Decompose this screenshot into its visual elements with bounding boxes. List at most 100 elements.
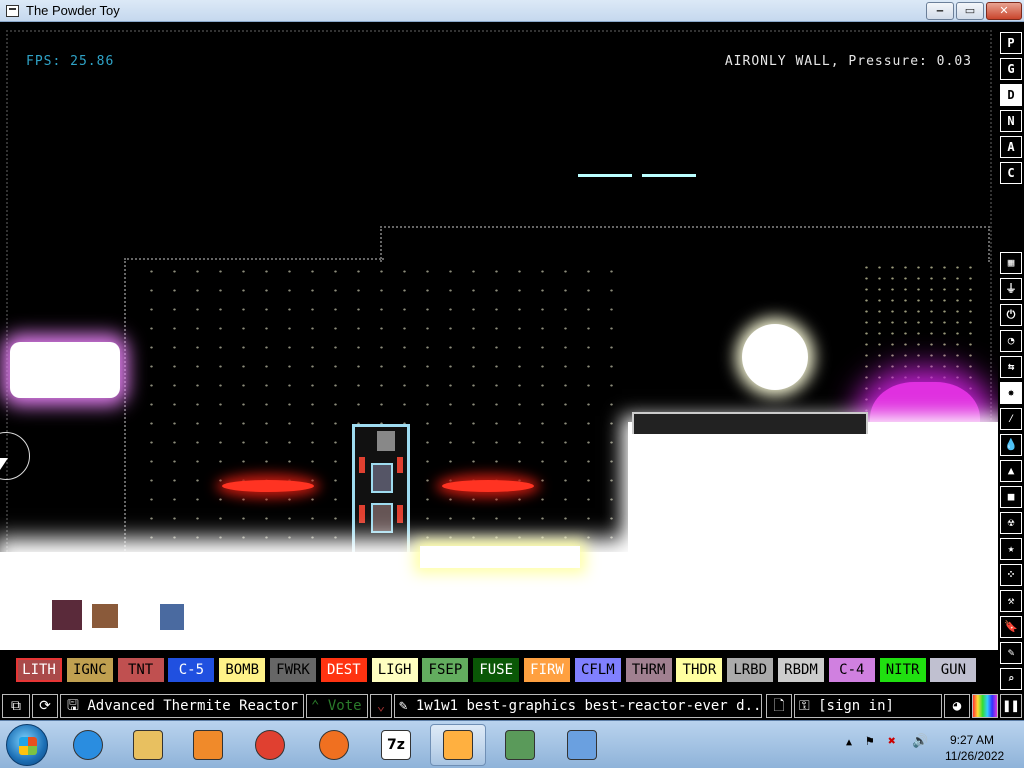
element-button-rbdm[interactable]: RBDM xyxy=(778,658,824,682)
tags-button[interactable]: ✎ 1w1w1 best-graphics best-reactor-ever … xyxy=(394,694,762,718)
window-titlebar: The Powder Toy ‒ ▭ ✕ xyxy=(0,0,1024,22)
element-button-lith[interactable]: LITH xyxy=(16,658,62,682)
gases-icon[interactable]: ⁄ xyxy=(1000,408,1022,430)
key-icon: ⚿ xyxy=(799,698,810,714)
firefox-icon xyxy=(319,730,349,760)
simulation-canvas[interactable]: FPS: 25.86 AIRONLY WALL, Pressure: 0.03 xyxy=(0,22,998,650)
game-of-life-icon[interactable]: ⁘ xyxy=(1000,564,1022,586)
element-button-cflm[interactable]: CFLM xyxy=(574,658,621,682)
wall-structure xyxy=(380,226,990,262)
render-mode-button-d[interactable]: D xyxy=(1000,84,1022,106)
taskbar-control-panel-button[interactable] xyxy=(554,724,610,766)
element-button-firw[interactable]: FIRW xyxy=(524,658,570,682)
taskbar-chrome-button[interactable] xyxy=(242,724,298,766)
element-button-nitr[interactable]: NITR xyxy=(879,658,926,682)
taskbar-internet-explorer-button[interactable] xyxy=(60,724,116,766)
reload-button[interactable]: ⟳ xyxy=(32,694,58,718)
search-icon[interactable]: ⌕ xyxy=(1000,668,1022,690)
special-icon[interactable]: ★ xyxy=(1000,538,1022,560)
sensors-icon[interactable]: ◔ xyxy=(1000,330,1022,352)
force-icon[interactable]: ⇆ xyxy=(1000,356,1022,378)
element-button-fuse[interactable]: FUSE xyxy=(473,658,520,682)
internet-explorer-icon xyxy=(73,730,103,760)
radioactive-icon[interactable]: ☢ xyxy=(1000,512,1022,534)
vote-down-button[interactable]: ⌄ xyxy=(370,694,392,718)
show-hidden-icons-icon[interactable]: ▲ xyxy=(846,737,852,748)
walls-icon[interactable]: ▦ xyxy=(1000,252,1022,274)
render-mode-button-n[interactable]: N xyxy=(1000,110,1022,132)
element-button-fwrk[interactable]: FWRK xyxy=(270,658,316,682)
save-title: Advanced Thermite Reactor xyxy=(87,698,299,714)
action-center-icon[interactable]: ⚑ xyxy=(866,734,874,749)
maximize-button[interactable]: ▭ xyxy=(956,2,984,20)
reactor-tower xyxy=(352,424,410,560)
element-button-fsep[interactable]: FSEP xyxy=(422,658,469,682)
element-button-thrm[interactable]: THRM xyxy=(625,658,672,682)
element-button-dest[interactable]: DEST xyxy=(320,658,367,682)
taskbar-powder-toy-button[interactable] xyxy=(430,724,486,766)
light-bar xyxy=(578,174,632,177)
taskbar-7zip-button[interactable]: 7z xyxy=(368,724,424,766)
network-icon[interactable]: ✖ xyxy=(888,734,896,749)
thermite-mass xyxy=(420,546,580,568)
open-save-button[interactable]: ⧉ xyxy=(2,694,30,718)
clear-sim-button[interactable]: 🗋 xyxy=(766,694,792,718)
explosives-icon[interactable]: ✸ xyxy=(1000,382,1022,404)
render-mode-button-g[interactable]: G xyxy=(1000,58,1022,80)
start-button[interactable] xyxy=(6,724,48,766)
taskbar-network-app-button[interactable] xyxy=(492,724,548,766)
solids-icon[interactable]: ■ xyxy=(1000,486,1022,508)
clock-date[interactable]: 11/26/2022 xyxy=(945,749,1004,763)
element-bar: LITH IGNC TNT C-5 BOMB FWRK DEST LIGH FSEP FUSE FI… xyxy=(0,650,998,690)
tag-icon: ✎ xyxy=(399,698,408,714)
clock-time[interactable]: 9:27 AM xyxy=(950,733,994,747)
taskbar-firefox-button[interactable] xyxy=(306,724,362,766)
element-button-c-5[interactable]: C-5 xyxy=(168,658,215,682)
red-glow-right xyxy=(442,480,534,492)
element-button-bomb[interactable]: BOMB xyxy=(219,658,266,682)
media-player-icon xyxy=(193,730,223,760)
debris xyxy=(48,598,188,636)
element-button-ignc[interactable]: IGNC xyxy=(66,658,113,682)
7zip-icon: 7z xyxy=(381,730,411,760)
save-title-button[interactable]: 🖫 Advanced Thermite Reactor xyxy=(60,694,304,718)
render-mode-button-p[interactable]: P xyxy=(1000,32,1022,54)
powders-icon[interactable]: ▲ xyxy=(1000,460,1022,482)
element-button-thdr[interactable]: THDR xyxy=(676,658,723,682)
render-mode-button-c[interactable]: C xyxy=(1000,162,1022,184)
sun-glow xyxy=(742,324,808,390)
taskbar: ▲ ⚑ ✖ 🔊 9:27 AM 11/26/2022 7z xyxy=(0,720,1024,768)
sign-in-label: [sign in] xyxy=(818,698,894,714)
render-options-button[interactable] xyxy=(972,694,998,718)
favorites-icon[interactable]: 🔖 xyxy=(1000,616,1022,638)
decoration-icon[interactable]: ✎ xyxy=(1000,642,1022,664)
powder-toy-icon xyxy=(443,730,473,760)
window-title: The Powder Toy xyxy=(26,3,120,18)
vote-label: Vote xyxy=(327,698,362,714)
network-app-icon xyxy=(505,730,535,760)
taskbar-file-explorer-button[interactable] xyxy=(120,724,176,766)
powered-icon[interactable]: ⏻ xyxy=(1000,304,1022,326)
thermite-mass xyxy=(628,422,998,642)
taskbar-media-player-button[interactable] xyxy=(180,724,236,766)
element-button-c-4[interactable]: C-4 xyxy=(828,658,875,682)
side-menu: P G D N A C ▦ ⏚ ⏻ ◔ ⇆ ✸ ⁄ 💧 ▲ ■ ☢ ★ ⁘ ⚒ 🔖 ✎ ⌕ xyxy=(998,22,1024,712)
close-button[interactable]: ✕ xyxy=(986,2,1022,20)
electronics-icon[interactable]: ⏚ xyxy=(1000,278,1022,300)
vote-up-button[interactable]: ⌃ Vote xyxy=(306,694,368,718)
sign-in-button[interactable]: ⚿ [sign in] xyxy=(794,694,942,718)
element-button-ligh[interactable]: LIGH xyxy=(371,658,418,682)
element-button-gun[interactable]: GUN xyxy=(930,658,977,682)
pause-button[interactable]: ❚❚ xyxy=(1000,694,1022,718)
tools-icon[interactable]: ⚒ xyxy=(1000,590,1022,612)
light-bar xyxy=(642,174,696,177)
volume-icon[interactable]: 🔊 xyxy=(912,734,928,749)
settings-button[interactable]: ◕ xyxy=(944,694,970,718)
element-button-tnt[interactable]: TNT xyxy=(117,658,164,682)
bottom-bar: ⧉ ⟳ 🖫 Advanced Thermite Reactor ⌃ Vote ⌄… xyxy=(0,692,1024,720)
minimize-button[interactable]: ‒ xyxy=(926,2,954,20)
liquids-icon[interactable]: 💧 xyxy=(1000,434,1022,456)
tags-text: 1w1w1 best-graphics best-reactor-ever d.… xyxy=(415,698,762,714)
element-button-lrbd[interactable]: LRBD xyxy=(727,658,774,682)
render-mode-button-a[interactable]: A xyxy=(1000,136,1022,158)
